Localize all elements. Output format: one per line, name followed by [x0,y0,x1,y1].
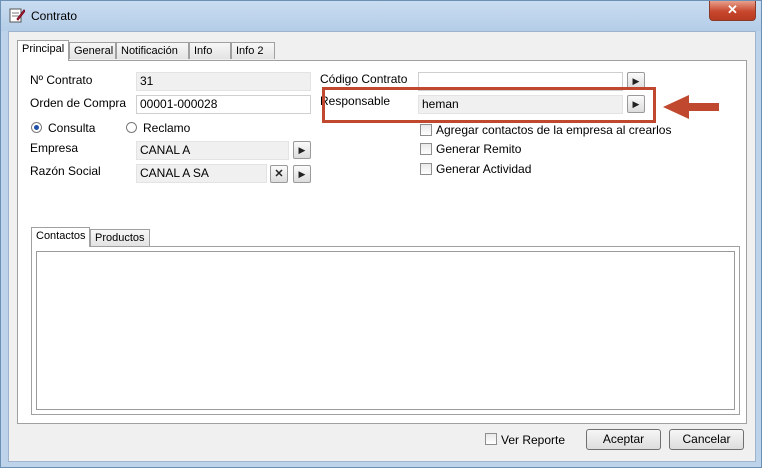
razon-social-button[interactable]: ▶ [293,165,311,183]
generar-actividad-label: Generar Actividad [436,162,532,176]
tab-principal[interactable]: Principal [17,40,69,61]
consulta-label: Consulta [48,121,96,135]
nro-contrato-label: Nº Contrato [30,73,93,87]
tab-productos[interactable]: Productos [90,229,150,246]
close-icon: ✕ [727,2,738,17]
reclamo-radio[interactable] [126,122,137,133]
clear-razon-social-button[interactable]: ✕ [270,165,288,183]
codigo-contrato-label: Código Contrato [320,72,408,86]
reclamo-label: Reclamo [143,121,191,135]
app-icon [9,8,25,23]
tab-general[interactable]: General [69,42,116,59]
dialog-body: Principal General Notificación Info Info… [8,31,756,462]
agregar-contactos-checkbox[interactable] [420,124,432,136]
orden-compra-field[interactable]: 00001-000028 [136,95,311,114]
cancelar-button[interactable]: Cancelar [669,429,744,450]
empresa-label: Empresa [30,141,79,155]
razon-social-field[interactable]: CANAL A SA [136,164,267,183]
pointer-arrow-icon [663,95,719,119]
contrato-window: Contrato ✕ Principal General Notificació… [0,0,762,468]
razon-social-label: Razón Social [30,164,101,178]
contactos-list[interactable] [36,251,735,410]
highlight-box [322,87,656,123]
play-icon: ▶ [298,169,306,179]
ver-reporte-checkbox[interactable] [485,433,497,445]
contactos-panel [31,246,740,415]
generar-actividad-checkbox[interactable] [420,163,432,175]
orden-compra-label: Orden de Compra [30,96,127,110]
empresa-field[interactable]: CANAL A [136,141,289,160]
nro-contrato-field[interactable]: 31 [136,72,311,91]
principal-panel: Nº Contrato 31 Orden de Compra 00001-000… [17,60,747,424]
play-icon: ▶ [632,76,640,86]
consulta-radio[interactable] [31,122,42,133]
aceptar-button[interactable]: Aceptar [586,429,661,450]
tab-contactos[interactable]: Contactos [31,227,90,247]
ver-reporte-label: Ver Reporte [501,433,566,447]
title-bar[interactable]: Contrato ✕ [1,1,761,31]
generar-remito-label: Generar Remito [436,142,522,156]
empresa-button[interactable]: ▶ [293,141,311,159]
clear-icon: ✕ [274,168,284,180]
close-button[interactable]: ✕ [709,1,756,21]
generar-remito-checkbox[interactable] [420,143,432,155]
tab-info-2[interactable]: Info 2 [231,42,275,59]
play-icon: ▶ [298,145,306,155]
agregar-contactos-label: Agregar contactos de la empresa al crear… [436,123,672,137]
tab-info[interactable]: Info [189,42,231,59]
tab-notificacion[interactable]: Notificación [116,42,189,59]
window-title: Contrato [31,9,78,23]
